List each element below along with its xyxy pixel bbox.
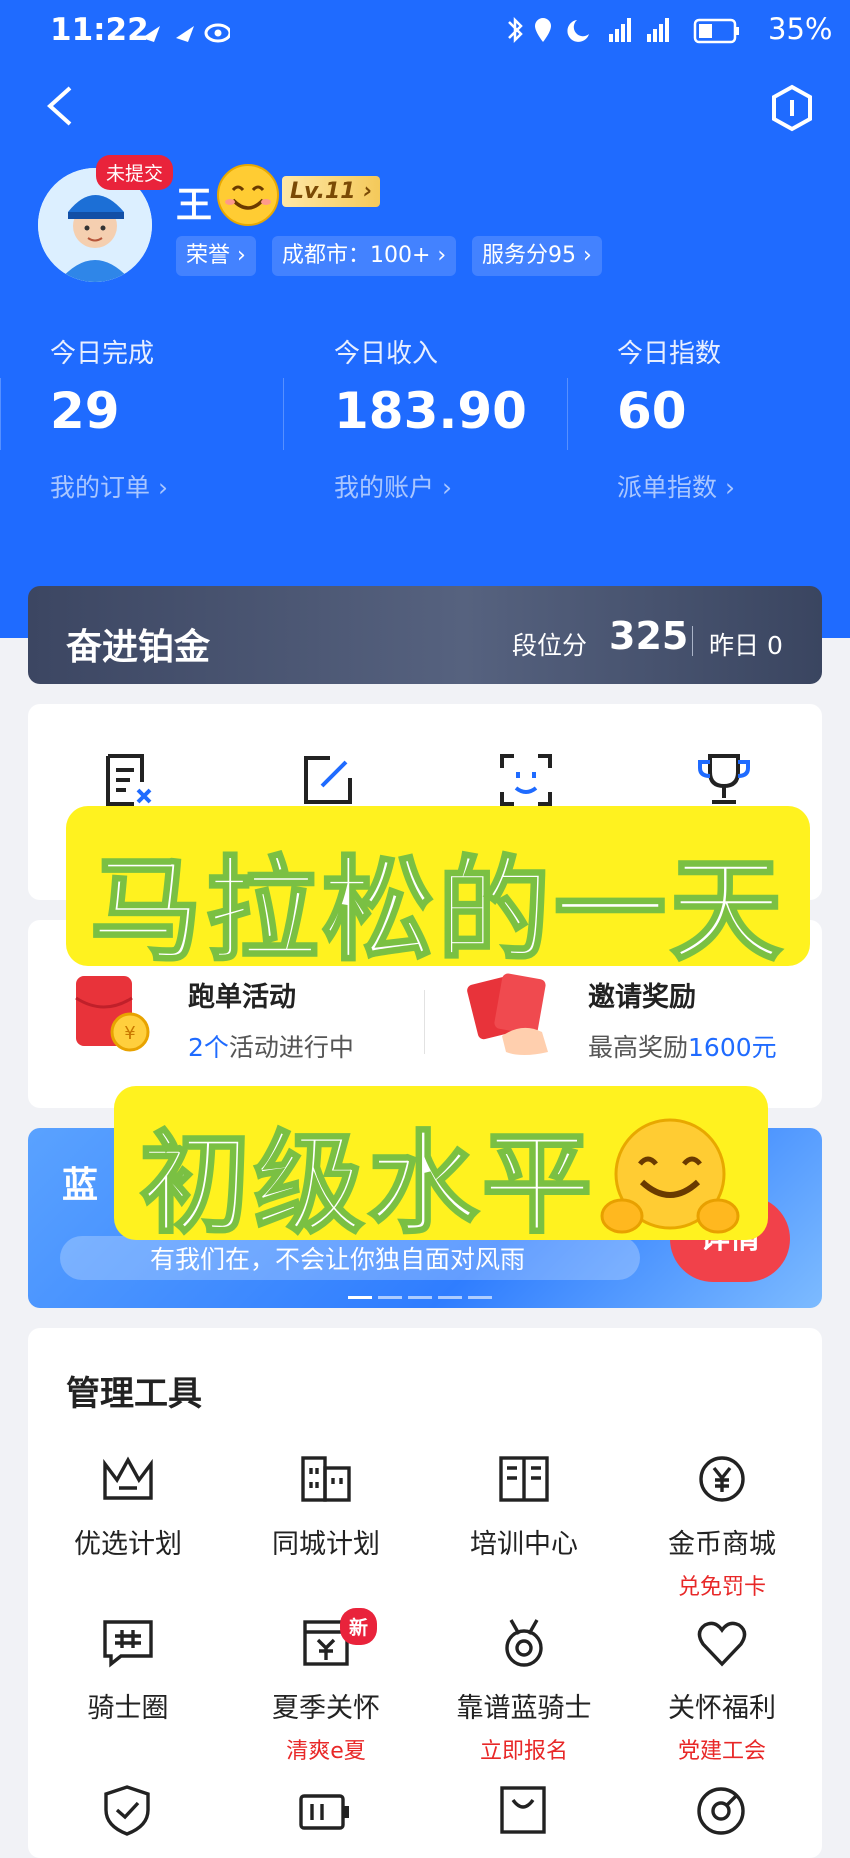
battery-percent: 35% (768, 12, 833, 46)
shopping-bag-icon[interactable] (496, 1784, 550, 1836)
chat-hash-icon (103, 1620, 153, 1668)
header-background (0, 0, 850, 638)
stat-label-income: 今日收入 (334, 339, 439, 369)
settings-hexagon-icon[interactable] (770, 84, 814, 132)
service-score-chip[interactable]: 服务分95 › (472, 236, 602, 276)
level-badge[interactable]: Lv.11 › (282, 176, 381, 207)
order-cancel-icon[interactable] (100, 752, 156, 808)
book-icon (499, 1456, 549, 1502)
tool-label: 靠谱蓝骑士 (456, 1693, 592, 1724)
unsubmitted-badge: 未提交 (96, 155, 174, 190)
banner-logo: 蓝 (62, 1165, 99, 1206)
tool-preferred-plan[interactable]: 优选计划 (28, 1454, 228, 1561)
medal-icon (505, 1619, 543, 1667)
tool-reliable-rider[interactable]: 靠谱蓝骑士 立即报名 (424, 1618, 624, 1765)
gauge-icon[interactable] (694, 1784, 748, 1836)
smiling-emoji-sticker (217, 164, 279, 226)
overlay-caption-2: 初级水平 (139, 1119, 596, 1250)
dispatch-index-link[interactable]: 派单指数 › (617, 468, 735, 504)
tool-label: 培训中心 (470, 1529, 578, 1560)
hugging-face-emoji (600, 1118, 740, 1234)
tool-label: 关怀福利 (668, 1693, 776, 1724)
trophy-icon[interactable] (696, 752, 752, 808)
overlay-caption-1: 马拉松的一天 (89, 845, 786, 978)
stat-divider (567, 378, 568, 450)
rank-yesterday: 昨日 0 (709, 631, 783, 660)
tool-coin-mall[interactable]: 金币商城 兑免罚卡 (622, 1454, 822, 1601)
tool-sublabel: 兑免罚卡 (677, 1575, 766, 1600)
banner-carousel-dots (348, 1284, 498, 1299)
new-badge: 新 (340, 1608, 378, 1645)
tool-rider-circle[interactable]: 骑士圈 (28, 1618, 228, 1725)
stat-value-completed: 29 (50, 382, 120, 440)
invite-reward-amount: 1600元 (688, 1033, 777, 1062)
buildings-icon (301, 1456, 351, 1502)
stat-divider (283, 378, 284, 450)
edit-report-icon[interactable] (300, 752, 356, 808)
yen-coin-icon (699, 1456, 745, 1502)
crown-icon (103, 1456, 153, 1500)
rank-score-value: 325 (609, 614, 689, 658)
management-tools-title: 管理工具 (66, 1374, 202, 1414)
face-scan-icon[interactable] (498, 752, 554, 808)
status-bar: 11:22 35% (0, 0, 850, 62)
tool-care-benefits[interactable]: 关怀福利 党建工会 (622, 1618, 822, 1765)
my-account-link[interactable]: 我的账户 › (334, 468, 452, 504)
svg-text:¥: ¥ (124, 1023, 135, 1044)
tool-label: 骑士圈 (87, 1693, 169, 1724)
tool-label: 优选计划 (74, 1529, 182, 1560)
notification-icons (142, 23, 230, 43)
tool-label: 同城计划 (272, 1529, 380, 1560)
invite-reward-prefix: 最高奖励 (588, 1033, 689, 1062)
city-rank-chip[interactable]: 成都市：100+ › (272, 236, 457, 276)
back-arrow-icon[interactable] (42, 84, 78, 128)
user-name: 王 (176, 185, 213, 226)
tool-summer-care[interactable]: 夏季关怀 清爽e夏 (226, 1618, 426, 1765)
rank-score-label: 段位分 (512, 631, 588, 660)
tool-sublabel: 清爽e夏 (286, 1739, 366, 1764)
my-orders-link[interactable]: 我的订单 › (50, 468, 168, 504)
heart-icon (697, 1621, 747, 1667)
rank-title: 奋进铂金 (66, 627, 211, 668)
honor-chip[interactable]: 荣誉 › (176, 236, 256, 276)
stat-label-completed: 今日完成 (50, 339, 155, 369)
shield-check-icon[interactable] (100, 1784, 154, 1836)
tool-label: 夏季关怀 (272, 1693, 380, 1724)
battery-icon[interactable] (298, 1790, 352, 1834)
stat-divider (0, 378, 1, 450)
tool-training-center[interactable]: 培训中心 (424, 1454, 624, 1561)
status-time: 11:22 (50, 12, 149, 48)
invite-reward-subtitle: 最高奖励1600元 (588, 1028, 777, 1064)
system-status-icons (508, 16, 739, 44)
stat-label-index: 今日指数 (617, 339, 722, 369)
stat-value-income: 183.90 (334, 382, 527, 440)
activity-divider (424, 990, 425, 1054)
rank-divider (692, 626, 693, 656)
tool-same-city-plan[interactable]: 同城计划 (226, 1454, 426, 1561)
tool-label: 金币商城 (668, 1529, 776, 1560)
run-activity-status: 活动进行中 (228, 1033, 354, 1062)
run-activity-count: 2个 (188, 1033, 229, 1062)
red-envelope-icon: ¥ (75, 976, 150, 1052)
run-activity-subtitle: 2个活动进行中 (188, 1028, 354, 1064)
run-activity-entry[interactable]: 跑单活动 2个活动进行中 (188, 975, 354, 1064)
stat-value-index: 60 (617, 382, 687, 440)
tool-sublabel: 立即报名 (479, 1739, 568, 1764)
invite-reward-entry[interactable]: 邀请奖励 最高奖励1600元 (588, 975, 777, 1064)
tool-sublabel: 党建工会 (677, 1739, 766, 1764)
